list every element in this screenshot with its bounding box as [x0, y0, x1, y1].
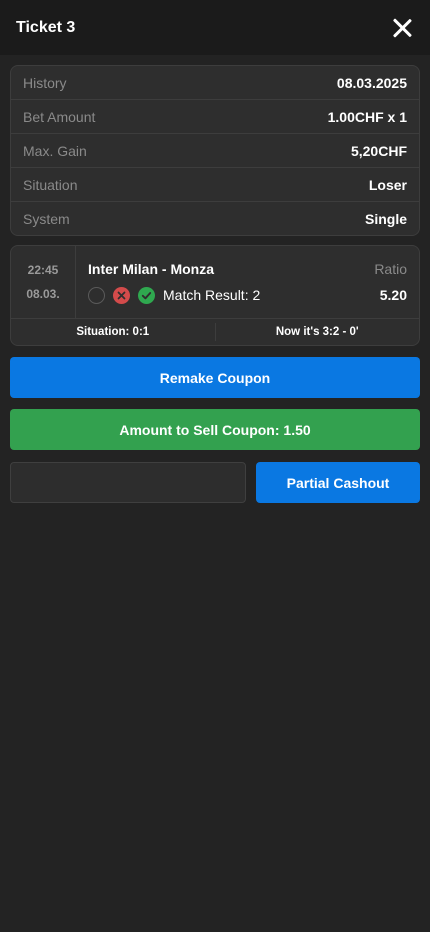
info-value: Loser: [368, 176, 407, 193]
won-check-icon: [138, 286, 155, 304]
lost-x-icon: [113, 286, 130, 304]
partial-cashout-button[interactable]: Partial Cashout: [256, 462, 420, 503]
pending-circle-icon: [88, 286, 105, 304]
match-top: 22:45 08.03. Inter Milan - Monza Ratio M…: [11, 246, 419, 319]
match-date: 08.03.: [26, 287, 60, 301]
selection: Match Result: 2: [88, 286, 261, 304]
ratio-label: Ratio: [374, 260, 407, 277]
header: Ticket 3: [0, 0, 430, 55]
match-body: Inter Milan - Monza Ratio Match Result: …: [76, 246, 419, 318]
info-label: System: [23, 210, 70, 227]
cashout-amount-input[interactable]: [10, 462, 246, 503]
remake-coupon-button[interactable]: Remake Coupon: [10, 357, 420, 398]
ticket-info-card: History 08.03.2025 Bet Amount 1.00CHF x …: [10, 65, 420, 236]
match-teams: Inter Milan - Monza: [88, 260, 214, 277]
info-row-bet-amount: Bet Amount 1.00CHF x 1: [11, 100, 419, 134]
match-card: 22:45 08.03. Inter Milan - Monza Ratio M…: [10, 245, 420, 346]
close-icon[interactable]: [390, 16, 414, 40]
info-value: Single: [364, 210, 407, 227]
match-situation: Situation: 0:1: [76, 326, 150, 338]
info-label: Situation: [23, 176, 78, 193]
match-selection-line: Match Result: 2 5.20: [88, 286, 407, 304]
sell-coupon-button[interactable]: Amount to Sell Coupon: 1.50: [10, 409, 420, 450]
match-live-score: Now it's 3:2 - 0': [275, 326, 359, 338]
info-row-situation: Situation Loser: [11, 168, 419, 202]
match-datetime: 22:45 08.03.: [11, 246, 76, 318]
info-value: 1.00CHF x 1: [327, 108, 407, 125]
info-label: Max. Gain: [23, 142, 87, 159]
info-row-system: System Single: [11, 202, 419, 235]
info-value: 08.03.2025: [336, 74, 407, 91]
match-status-bar: Situation: 0:1 Now it's 3:2 - 0': [11, 319, 419, 345]
info-label: Bet Amount: [23, 108, 96, 125]
selection-label: Match Result: 2: [163, 287, 261, 303]
info-value: 5,20CHF: [350, 142, 407, 159]
match-header-line: Inter Milan - Monza Ratio: [88, 261, 407, 277]
ratio-value: 5.20: [379, 287, 407, 303]
page-title: Ticket 3: [16, 18, 76, 36]
partial-cashout-row: Partial Cashout: [10, 462, 420, 503]
match-time: 22:45: [27, 263, 59, 277]
info-label: History: [23, 74, 67, 91]
info-row-max-gain: Max. Gain 5,20CHF: [11, 134, 419, 168]
info-row-history: History 08.03.2025: [11, 66, 419, 100]
